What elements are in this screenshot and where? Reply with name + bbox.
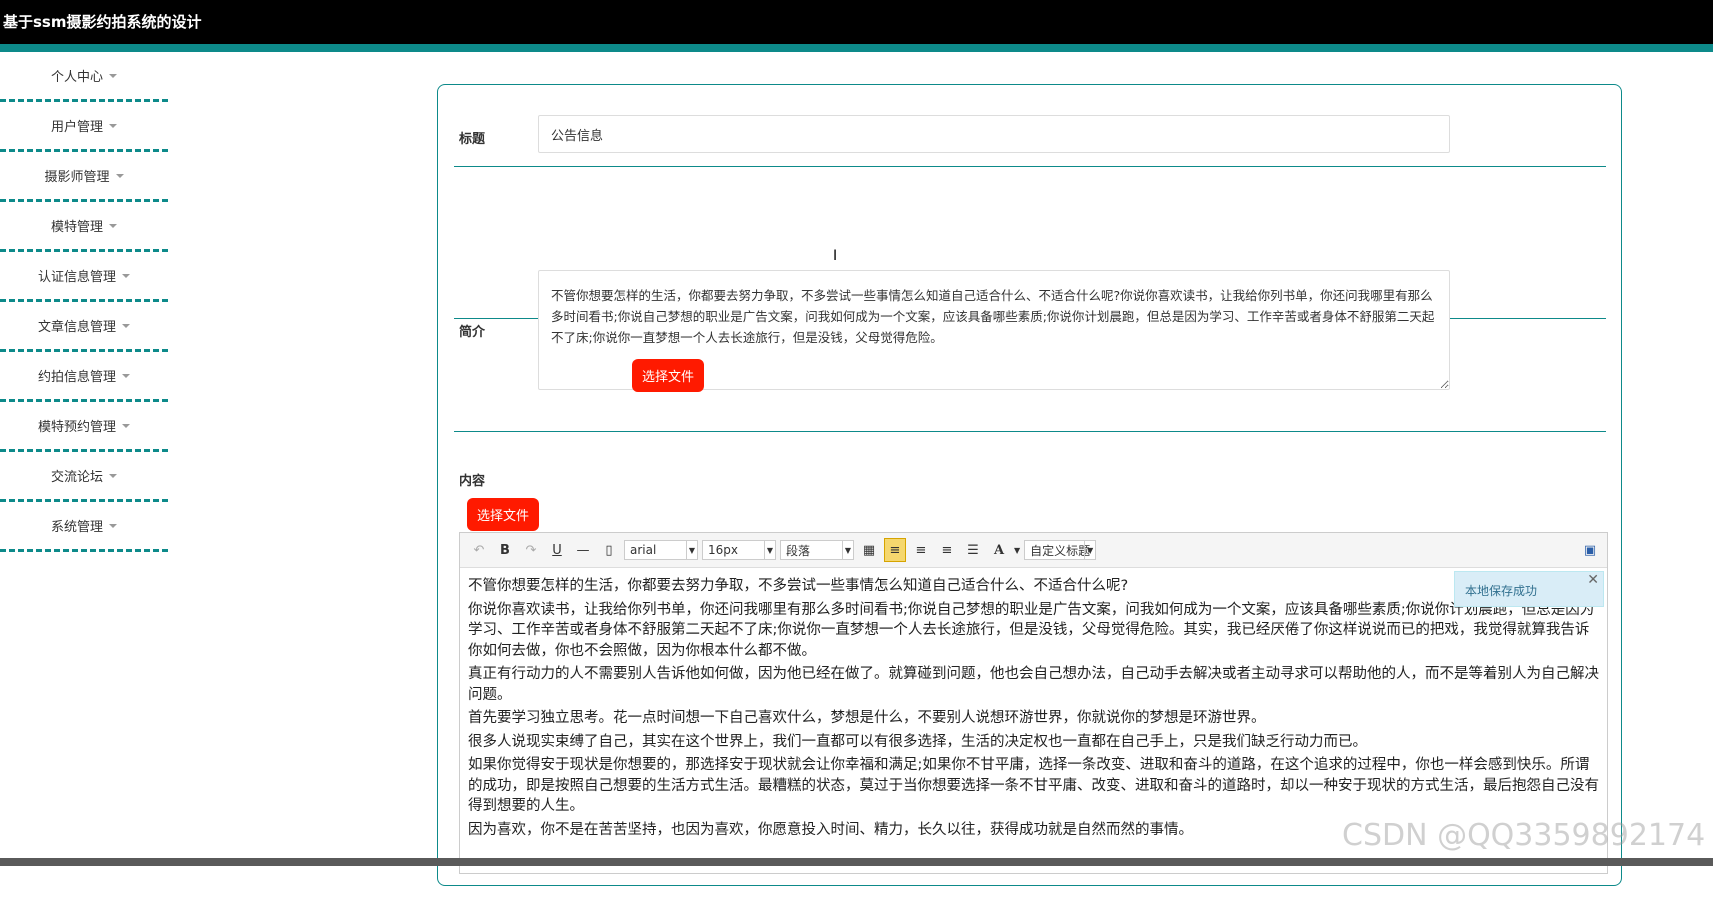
editor-paragraph: 你说你喜欢读书，让我给你列书单，你还问我哪里有那么多时间看书;你说自己梦想的职业…	[468, 601, 1595, 659]
intro-row: 简介 不管你想要怎样的生活，你都要去努力争取，不多尝试一些事情怎么知道自己适合什…	[454, 167, 1606, 390]
toast-message: 本地保存成功	[1465, 584, 1538, 598]
sidebar-item-certification-management[interactable]: 认证信息管理	[0, 252, 168, 302]
sidebar-item-label: 约拍信息管理	[37, 370, 116, 385]
bold-icon[interactable]: B	[494, 538, 516, 562]
caret-down-icon	[122, 423, 130, 428]
bottom-strip	[0, 858, 1713, 866]
save-success-toast: 本地保存成功 ✕	[1454, 571, 1604, 607]
sidebar-item-label: 用户管理	[50, 120, 103, 135]
image-row: 图片	[454, 319, 1606, 652]
caret-down-icon	[122, 273, 130, 278]
editor-toolbar: ↶ B ↷ U — ▯ arial ▼ 16px ▼ 段落 ▼ ▦ ≡ ≡ ≡ …	[460, 533, 1607, 568]
caret-down-icon	[122, 323, 130, 328]
choose-content-file-button[interactable]: 选择文件	[467, 498, 540, 531]
caret-down-icon	[109, 473, 117, 478]
editor-paragraph: 首先要学习独立思考。花一点时间想一下自己喜欢什么，梦想是什么，不要别人说想环游世…	[468, 710, 1266, 726]
content-label: 内容	[459, 474, 486, 489]
sidebar-item-personal-center[interactable]: 个人中心	[0, 52, 168, 102]
sidebar-item-label: 模特预约管理	[37, 420, 116, 435]
sidebar-item-label: 模特管理	[50, 220, 103, 235]
sidebar-item-user-management[interactable]: 用户管理	[0, 102, 168, 152]
font-family-select[interactable]: arial ▼	[624, 540, 698, 560]
sidebar-item-system-management[interactable]: 系统管理	[0, 502, 168, 552]
align-right-icon[interactable]: ≡	[910, 538, 932, 562]
editor-paragraph: 很多人说现实束缚了自己，其实在这个世界上，我们一直都可以有很多选择，生活的决定权…	[468, 733, 1367, 750]
sidebar-item-label: 文章信息管理	[37, 320, 116, 335]
sidebar-item-label: 摄影师管理	[44, 170, 110, 185]
caret-down-icon	[115, 173, 124, 178]
font-size-select[interactable]: 16px ▼	[702, 540, 776, 560]
font-size-value: 16px	[708, 543, 738, 557]
sidebar: 个人中心 用户管理 摄影师管理 模特管理 认证信息管理 文章信息管理 约拍信息管…	[0, 52, 168, 552]
title-row: 标题	[454, 85, 1606, 167]
close-icon[interactable]: ✕	[1587, 572, 1599, 588]
preview-icon[interactable]: ▣	[1579, 538, 1601, 562]
top-bar: 基于ssm摄影约拍系统的设计	[0, 0, 1713, 52]
align-justify-icon[interactable]: ☰	[962, 538, 984, 562]
caret-down-icon	[122, 373, 130, 378]
table-icon[interactable]: ▦	[858, 538, 880, 562]
caret-down-icon	[109, 73, 117, 78]
choose-image-file-button[interactable]: 选择文件	[632, 359, 705, 392]
caret-down-icon	[109, 123, 117, 128]
sidebar-item-model-management[interactable]: 模特管理	[0, 202, 168, 252]
font-family-value: arial	[630, 543, 657, 557]
app-title: 基于ssm摄影约拍系统的设计	[3, 13, 202, 31]
underline-icon[interactable]: U	[546, 538, 568, 562]
editor-content[interactable]: 不管你想要怎样的生活，你都要去努力争取，不多尝试一些事情怎么知道自己适合什么、不…	[460, 568, 1607, 851]
sidebar-item-label: 交流论坛	[50, 470, 103, 485]
font-color-icon[interactable]: A	[988, 538, 1010, 562]
title-input[interactable]	[538, 115, 1450, 153]
sidebar-item-label: 认证信息管理	[37, 270, 116, 285]
sidebar-item-model-booking-management[interactable]: 模特预约管理	[0, 402, 168, 452]
dropdown-arrow-icon: ▼	[1084, 541, 1095, 559]
custom-title-value: 自定义标题	[1030, 543, 1091, 558]
sidebar-item-label: 个人中心	[50, 70, 103, 85]
align-center-icon[interactable]: ≡	[936, 538, 958, 562]
caret-down-icon	[109, 223, 117, 228]
sidebar-item-article-management[interactable]: 文章信息管理	[0, 302, 168, 352]
sidebar-item-label: 系统管理	[50, 520, 103, 535]
custom-title-select[interactable]: 自定义标题 ▼	[1024, 540, 1097, 560]
horizontal-rule-icon[interactable]: —	[572, 538, 594, 562]
sidebar-item-appointment-management[interactable]: 约拍信息管理	[0, 352, 168, 402]
redo-icon[interactable]: ↷	[520, 538, 542, 562]
align-left-icon[interactable]: ≡	[884, 538, 906, 562]
editor-paragraph: 如果你觉得安于现状是你想要的，那选择安于现状就会让你幸福和满足;如果你不甘平庸，…	[468, 757, 1599, 814]
undo-icon[interactable]: ↶	[468, 538, 490, 562]
page-icon[interactable]: ▯	[598, 538, 620, 562]
editor-paragraph: 真正有行动力的人不需要别人告诉他如何做，因为他已经在做了。就算碰到问题，他也会自…	[468, 666, 1599, 703]
paragraph-format-select[interactable]: 段落 ▼	[780, 540, 854, 560]
watermark: CSDN @QQ3359892174	[1342, 818, 1706, 853]
editor-paragraph: 不管你想要怎样的生活，你都要去努力争取，不多尝试一些事情怎么知道自己适合什么、不…	[468, 578, 1129, 594]
sidebar-item-forum[interactable]: 交流论坛	[0, 452, 168, 502]
text-cursor-icon: I	[833, 248, 838, 264]
dropdown-arrow-icon: ▼	[686, 541, 697, 559]
dropdown-arrow-icon: ▼	[842, 541, 853, 559]
paragraph-format-value: 段落	[786, 543, 811, 558]
title-label: 标题	[459, 132, 486, 147]
dropdown-arrow-icon: ▼	[764, 541, 775, 559]
font-color-dropdown-icon[interactable]: ▼	[1014, 546, 1020, 555]
sidebar-item-photographer-management[interactable]: 摄影师管理	[0, 152, 168, 202]
caret-down-icon	[109, 523, 117, 528]
